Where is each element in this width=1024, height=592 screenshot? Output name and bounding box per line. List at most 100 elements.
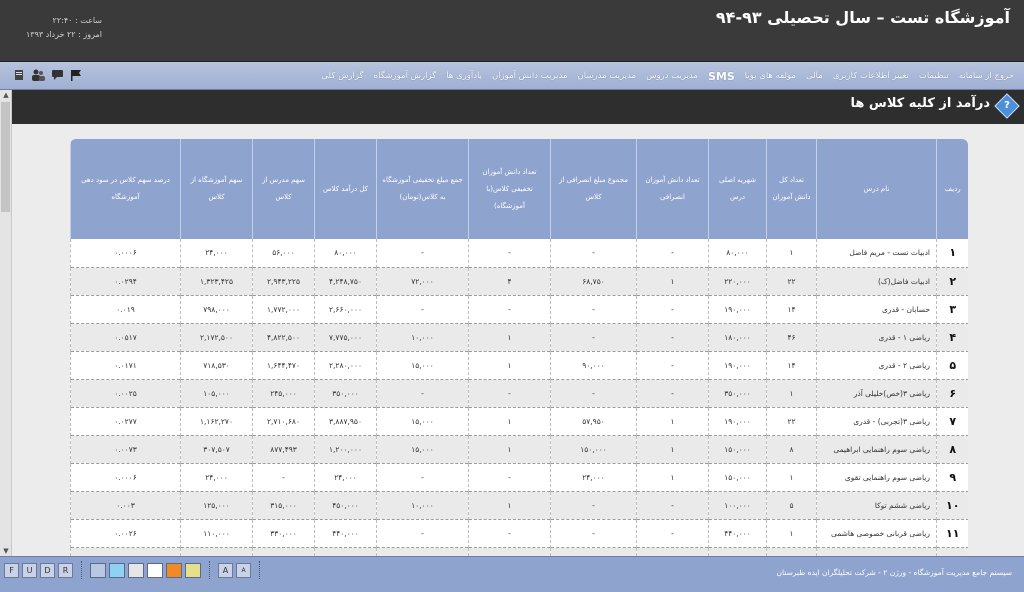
separator (81, 561, 82, 579)
table-row[interactable]: ۱۲ ۲۳ (70, 547, 968, 556)
cell-withdrawn-amount: ۹۰,۰۰۰ (550, 351, 637, 379)
theme-swatch-3[interactable] (128, 562, 144, 578)
flag-icon[interactable] (69, 68, 83, 82)
cell-withdrawn-amount: - (550, 295, 637, 323)
cell-withdrawn-students: ۱ (636, 407, 709, 435)
cell-course-name (816, 547, 937, 556)
table-row[interactable]: ۱۰ ریاضی ششم توکا ۵ ۱۰۰,۰۰۰- -۱ ۱۰,۰۰۰ ۴۵۰,۰۰۰… (70, 491, 968, 519)
cell-course-name: ریاضی قربانی خصوصی هاشمی (816, 519, 937, 547)
theme-swatch-6[interactable] (185, 562, 201, 578)
col-header-course-name[interactable]: نام درس (816, 139, 937, 239)
menu-students[interactable]: مدیریت دانش آموزان (492, 71, 568, 81)
scroll-down-icon[interactable]: ▼ (0, 546, 12, 556)
menu-finance[interactable]: مالی (806, 71, 823, 81)
cell-discount-students: ۱ (468, 407, 551, 435)
menu-logout[interactable]: خروج از سامانه (959, 71, 1014, 81)
menu-courses[interactable]: مدیریت دروس (646, 71, 698, 81)
cell-index: ۸ (936, 435, 968, 463)
key-r-button[interactable]: R (58, 562, 73, 578)
cell-course-name: ریاضی ۲ - قدری (816, 351, 937, 379)
table-row[interactable]: ۸ ریاضی سوم راهنمایی ابراهیمی ۸ ۱۵۰,۰۰۰ ۱ ۱۵۰… (70, 435, 968, 463)
table-row[interactable]: ۲ ادبیات فاضل(ک) ۲۲ ۲۲۰,۰۰۰ ۱ ۶۸,۷۵۰ ۴ ۷۲,۰۰۰ ۴,… (70, 267, 968, 295)
vertical-scrollbar[interactable]: ▲ ▼ (0, 90, 12, 556)
menu-reminders[interactable]: یادآوری ها (446, 71, 482, 81)
cell-profit-percent: ۰.۰۵۱۷ (70, 323, 181, 351)
cell-withdrawn-students: - (636, 379, 709, 407)
theme-swatch-4[interactable] (147, 562, 163, 578)
cell-base-fee (708, 547, 767, 556)
col-header-withdrawn-students[interactable]: تعداد دانش آموزان انصرافی (636, 139, 709, 239)
cell-total-income: ۲,۶۶۰,۰۰۰ (314, 295, 377, 323)
cell-teacher-share (252, 547, 315, 556)
cell-discount-students (468, 547, 551, 556)
scroll-up-icon[interactable]: ▲ (0, 90, 12, 100)
cell-withdrawn-students: ۱ (636, 435, 709, 463)
cell-withdrawn-amount (550, 547, 637, 556)
menu-general-report[interactable]: گزارش کلی (321, 71, 363, 81)
cell-teacher-share: ۲۴۵,۰۰۰ (252, 379, 315, 407)
menu-school-report[interactable]: گزارش آموزشگاه (374, 71, 437, 81)
cell-base-fee: ۱۰۰,۰۰۰ (708, 491, 767, 519)
cell-total-students: ۲۲ (766, 267, 817, 295)
col-header-school-share[interactable]: سهم آموزشگاه از کلاس (180, 139, 253, 239)
table-header-row: ردیف نام درس تعداد کل دانش آموزان شهریه … (70, 139, 968, 239)
cell-withdrawn-students: - (636, 239, 709, 267)
cell-course-name: ریاضی سوم راهنمایی ابراهیمی (816, 435, 937, 463)
key-d-button[interactable]: D (40, 562, 55, 578)
chat-icon[interactable] (50, 68, 64, 82)
cell-total-students: ۱ (766, 239, 817, 267)
cell-total-income (314, 547, 377, 556)
cell-teacher-share: ۲,۹۴۳,۲۲۵ (252, 267, 315, 295)
scroll-thumb[interactable] (1, 102, 10, 212)
col-header-teacher-share[interactable]: سهم مدرس از کلاس (252, 139, 315, 239)
cell-teacher-share: ۳۳۰,۰۰۰ (252, 519, 315, 547)
theme-swatch-2[interactable] (109, 562, 125, 578)
table-row[interactable]: ۴ ریاضی ۱ - قدری ۴۶ ۱۸۰,۰۰۰- -۱ ۱۰,۰۰۰ ۷,۷۷۵,۰… (70, 323, 968, 351)
cell-course-name: حسابان - قدری (816, 295, 937, 323)
menu-settings[interactable]: تنظیمات (919, 71, 949, 81)
table-row[interactable]: ۷ ریاضی ۳(تجربی) - قدری ۲۲ ۱۹۰,۰۰۰ ۱ ۵۷,۹۵۰ ۱ ۱… (70, 407, 968, 435)
theme-swatch-5[interactable] (166, 562, 182, 578)
theme-swatch-1[interactable] (90, 562, 106, 578)
help-icon[interactable]: ? (994, 93, 1020, 119)
key-u-button[interactable]: U (22, 562, 37, 578)
cell-school-share: ۲,۱۷۲,۵۰۰ (180, 323, 253, 351)
table-row[interactable]: ۱ ادبیات تست - مریم فاضل ۱ ۸۰,۰۰۰- - - -۸۰,۰۰۰… (70, 239, 968, 267)
table-row[interactable]: ۹ ریاضی سوم راهنمایی تقوی ۱ ۱۵۰,۰۰۰ ۱ ۲۴,۰۰۰-… (70, 463, 968, 491)
col-header-discount-amount[interactable]: جمع مبلغ تخفیفی آموزشگاه به کلاس(تومان) (376, 139, 469, 239)
cell-total-income: ۴۵۰,۰۰۰ (314, 491, 377, 519)
cell-profit-percent (70, 547, 181, 556)
key-f-button[interactable]: F (4, 562, 19, 578)
cell-index: ۶ (936, 379, 968, 407)
table-row[interactable]: ۱۱ ریاضی قربانی خصوصی هاشمی ۱ ۴۴۰,۰۰۰- - - -۴۴… (70, 519, 968, 547)
print-icon[interactable] (12, 68, 26, 82)
cell-total-income: ۴,۲۴۸,۷۵۰ (314, 267, 377, 295)
cell-profit-percent: ۰.۰۰۳ (70, 491, 181, 519)
menu-sms[interactable]: SMS (708, 70, 735, 83)
col-header-total-income[interactable]: کل درآمد کلاس (314, 139, 377, 239)
menu-dynamic-fields[interactable]: مولفه های پویا (745, 71, 796, 81)
cell-school-share: ۲۴,۰۰۰ (180, 463, 253, 491)
cell-school-share: ۷۹۸,۰۰۰ (180, 295, 253, 323)
font-size-small-button[interactable]: A (236, 562, 251, 578)
cell-discount-amount: - (376, 379, 469, 407)
col-header-profit-percent[interactable]: درصد سهم کلاس در سود دهی آموزشگاه (70, 139, 181, 239)
cell-profit-percent: ۰.۰۱۷۱ (70, 351, 181, 379)
table-row[interactable]: ۳ حسابان - قدری ۱۴ ۱۹۰,۰۰۰- - - -۲,۶۶۰,۰۰۰ ۱,۷۷… (70, 295, 968, 323)
font-size-large-button[interactable]: A (218, 562, 233, 578)
col-header-discount-students[interactable]: تعداد دانش آموزان تخفیفی کلاس(با آموزشگا… (468, 139, 551, 239)
cell-school-share: ۷۱۸,۵۳۰ (180, 351, 253, 379)
table-row[interactable]: ۵ ریاضی ۲ - قدری ۱۴ ۱۹۰,۰۰۰-۹۰,۰۰۰ ۱ ۱۵,۰۰۰ ۲,… (70, 351, 968, 379)
users-icon[interactable] (31, 68, 45, 82)
col-header-base-fee[interactable]: شهریه اصلی درس (708, 139, 767, 239)
menu-teachers[interactable]: مدیریت مدرسان (578, 71, 637, 81)
menu-user-info[interactable]: تغییر اطلاعات کاربری (833, 71, 909, 81)
table-row[interactable]: ۶ ریاضی ۳(خص)خلیلی آذر ۱ ۳۵۰,۰۰۰- - - -۳۵۰,۰۰۰… (70, 379, 968, 407)
col-header-total-students[interactable]: تعداد کل دانش آموزان (766, 139, 817, 239)
cell-total-income: ۲۴,۰۰۰ (314, 463, 377, 491)
col-header-index[interactable]: ردیف (936, 139, 968, 239)
income-table-container: ردیف نام درس تعداد کل دانش آموزان شهریه … (70, 139, 968, 556)
cell-total-students: ۸ (766, 435, 817, 463)
cell-discount-amount: - (376, 519, 469, 547)
col-header-withdrawn-amount[interactable]: مجموع مبلغ انصرافی از کلاس (550, 139, 637, 239)
